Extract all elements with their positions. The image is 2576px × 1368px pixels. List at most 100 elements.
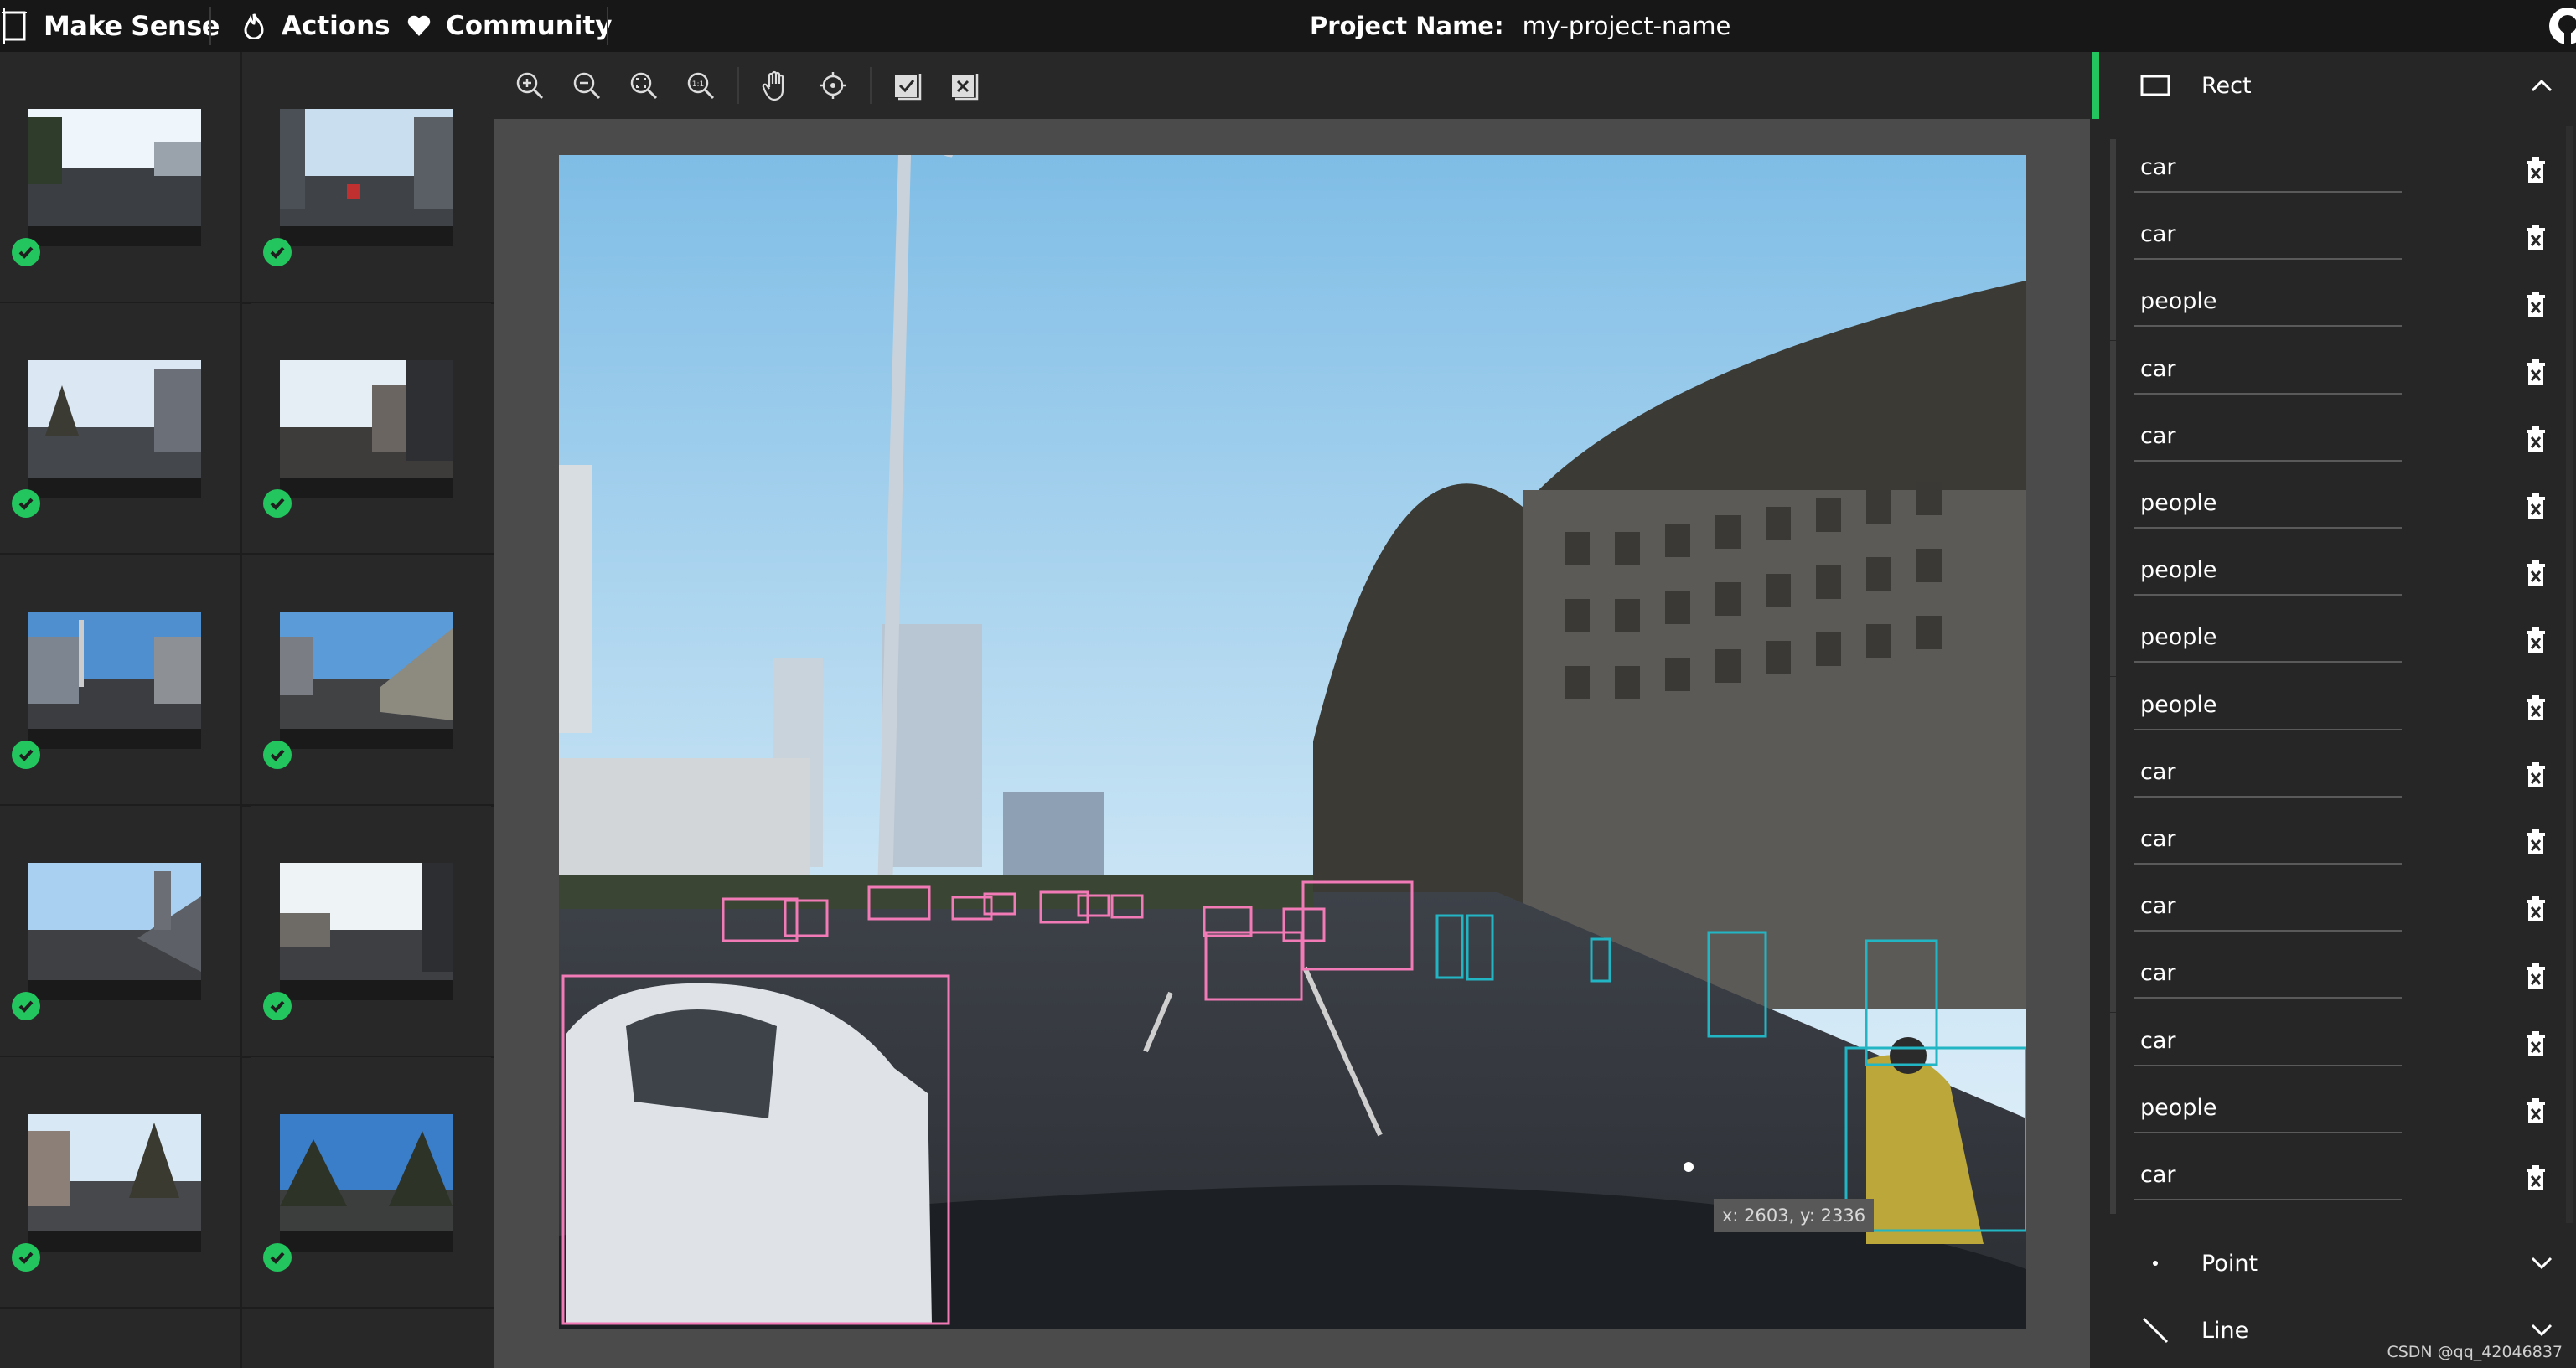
zoom-out-icon[interactable] [570, 69, 603, 102]
label-row[interactable]: car [2110, 1147, 2563, 1214]
zoom-actual-size-icon[interactable]: 1:1 [684, 69, 717, 102]
street-image [280, 863, 453, 1000]
actions-menu[interactable]: Actions [241, 0, 391, 52]
image-thumbnail[interactable] [0, 52, 240, 300]
image-thumbnail[interactable] [0, 1057, 240, 1305]
delete-label-icon[interactable] [2524, 358, 2548, 386]
label-row[interactable]: people [2110, 1079, 2563, 1147]
label-name-select[interactable]: people [2140, 490, 2217, 516]
label-name-select[interactable]: car [2140, 893, 2176, 919]
label-row[interactable]: car [2110, 407, 2563, 475]
delete-label-icon[interactable] [2524, 559, 2548, 587]
line-icon [2134, 1315, 2176, 1345]
label-row[interactable]: people [2110, 542, 2563, 610]
label-row[interactable]: people [2110, 273, 2563, 341]
label-row[interactable]: people [2110, 609, 2563, 677]
image-thumbnail[interactable] [251, 52, 491, 300]
actions-label: Actions [282, 11, 391, 41]
label-underline [2134, 392, 2402, 395]
label-name-select[interactable]: car [2140, 221, 2176, 247]
label-name-select[interactable]: people [2140, 692, 2217, 718]
label-underline [2134, 661, 2402, 663]
labeled-check-icon [263, 1243, 292, 1272]
rect-section-label: Rect [2201, 72, 2252, 99]
delete-label-icon[interactable] [2524, 425, 2548, 453]
label-row[interactable]: car [2110, 206, 2563, 274]
chevron-down-icon[interactable] [2531, 1257, 2553, 1270]
label-color-bar [2110, 542, 2116, 610]
label-row[interactable]: car [2110, 811, 2563, 878]
delete-label-icon[interactable] [2524, 1164, 2548, 1192]
label-name-select[interactable]: car [2140, 356, 2176, 382]
reject-labels-icon[interactable] [949, 69, 982, 102]
github-icon[interactable] [2539, 7, 2576, 45]
brand[interactable]: Make Sense [0, 0, 220, 52]
accept-labels-icon[interactable] [892, 69, 925, 102]
label-name-select[interactable]: car [2140, 826, 2176, 852]
rect-section-header[interactable]: Rect [2099, 52, 2576, 119]
label-underline [2134, 1064, 2402, 1066]
label-color-bar [2110, 676, 2116, 744]
grid-divider [0, 1307, 494, 1309]
label-name-select[interactable]: people [2140, 288, 2217, 314]
image-thumbnail[interactable] [251, 555, 491, 803]
label-color-bar [2110, 475, 2116, 542]
line-section-label: Line [2201, 1317, 2249, 1344]
zoom-in-icon[interactable] [513, 69, 546, 102]
label-row[interactable]: people [2110, 676, 2563, 744]
delete-label-icon[interactable] [2524, 626, 2548, 654]
project-name: Project Name: my-project-name [1310, 0, 1730, 52]
delete-label-icon[interactable] [2524, 290, 2548, 318]
label-name-select[interactable]: car [2140, 1162, 2176, 1188]
label-row[interactable]: people [2110, 475, 2563, 542]
label-row[interactable]: car [2110, 1012, 2563, 1080]
label-underline [2134, 459, 2402, 462]
delete-label-icon[interactable] [2524, 895, 2548, 923]
image-thumbnail[interactable] [251, 806, 491, 1054]
crosshair-icon[interactable] [816, 69, 850, 102]
delete-label-icon[interactable] [2524, 1030, 2548, 1058]
zoom-fit-icon[interactable] [627, 69, 660, 102]
chevron-down-icon[interactable] [2531, 1324, 2553, 1337]
delete-label-icon[interactable] [2524, 223, 2548, 251]
image-thumbnail[interactable] [0, 303, 240, 551]
image-thumbnail[interactable] [251, 1057, 491, 1305]
community-label: Community [446, 11, 613, 41]
label-name-select[interactable]: car [2140, 154, 2176, 180]
label-underline [2134, 527, 2402, 529]
label-name-select[interactable]: people [2140, 1095, 2217, 1121]
community-menu[interactable]: Community [407, 0, 612, 52]
label-row[interactable]: car [2110, 945, 2563, 1013]
label-color-bar [2110, 206, 2116, 274]
label-name-select[interactable]: car [2140, 1028, 2176, 1054]
delete-label-icon[interactable] [2524, 828, 2548, 856]
labeled-check-icon [263, 489, 292, 518]
label-name-select[interactable]: people [2140, 557, 2217, 583]
fire-icon [244, 13, 264, 39]
label-list-scrollbar[interactable] [2566, 126, 2573, 1223]
delete-label-icon[interactable] [2524, 761, 2548, 789]
label-name-select[interactable]: people [2140, 624, 2217, 650]
image-thumbnail[interactable] [251, 303, 491, 551]
delete-label-icon[interactable] [2524, 156, 2548, 184]
delete-label-icon[interactable] [2524, 694, 2548, 722]
delete-label-icon[interactable] [2524, 962, 2548, 990]
project-name-input[interactable]: my-project-name [1523, 12, 1731, 40]
label-name-select[interactable]: car [2140, 759, 2176, 785]
label-color-bar [2110, 1147, 2116, 1214]
point-section-header[interactable]: Point [2099, 1230, 2576, 1297]
annotated-street-image[interactable] [559, 155, 2026, 1329]
chevron-up-icon[interactable] [2531, 79, 2553, 92]
label-row[interactable]: car [2110, 878, 2563, 946]
delete-label-icon[interactable] [2524, 492, 2548, 520]
label-name-select[interactable]: car [2140, 960, 2176, 986]
label-row[interactable]: car [2110, 743, 2563, 811]
hand-icon[interactable] [759, 69, 793, 102]
label-row[interactable]: car [2110, 340, 2563, 408]
delete-label-icon[interactable] [2524, 1097, 2548, 1125]
label-underline [2134, 728, 2402, 730]
label-row[interactable]: car [2110, 139, 2563, 206]
image-thumbnail[interactable] [0, 806, 240, 1054]
label-name-select[interactable]: car [2140, 423, 2176, 449]
image-thumbnail[interactable] [0, 555, 240, 803]
